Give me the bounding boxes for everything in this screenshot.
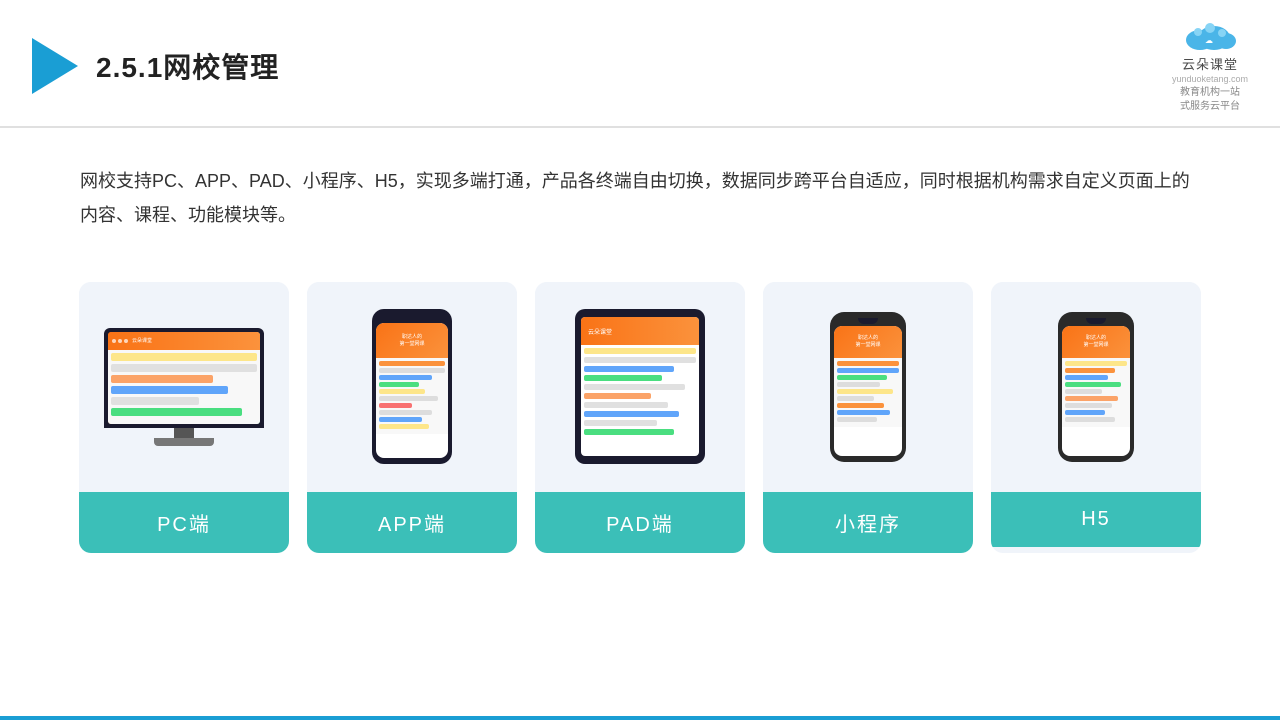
pad-mockup: 云朵课堂 [575, 309, 705, 464]
miniapp-phone-mockup: 职达人的第一堂网课 [830, 312, 906, 462]
brand-name: 云朵课堂 [1182, 54, 1238, 73]
card-pc-label: PC端 [79, 492, 289, 553]
app-phone-mockup: 职达人的第一堂网课 [372, 309, 452, 464]
pc-mockup: 云朵课堂 [104, 328, 264, 446]
h5-phone-body: 职达人的第一堂网课 [1058, 312, 1134, 462]
header: 2.5.1网校管理 ☁ 云朵课堂 yunduoketang.com 教育机构一站… [0, 0, 1280, 128]
card-miniapp-image: 职达人的第一堂网课 [763, 282, 973, 492]
card-h5-image: 职达人的第一堂网课 [991, 282, 1201, 492]
card-h5-label: H5 [991, 492, 1201, 547]
h5-phone-mockup: 职达人的第一堂网课 [1058, 312, 1134, 462]
card-app-image: 职达人的第一堂网课 [307, 282, 517, 492]
card-pc-image: 云朵课堂 [79, 282, 289, 492]
card-pc: 云朵课堂 PC端 [79, 282, 289, 553]
card-pad: 云朵课堂 [535, 282, 745, 553]
card-pad-image: 云朵课堂 [535, 282, 745, 492]
miniapp-phone-body: 职达人的第一堂网课 [830, 312, 906, 462]
description-text: 网校支持PC、APP、PAD、小程序、H5，实现多端打通，产品各终端自由切换，数… [0, 128, 1280, 252]
header-left: 2.5.1网校管理 [32, 38, 279, 94]
header-right: ☁ 云朵课堂 yunduoketang.com 教育机构一站 式服务云平台 [1172, 18, 1248, 114]
app-phone-body: 职达人的第一堂网课 [372, 309, 452, 464]
card-h5: 职达人的第一堂网课 [991, 282, 1201, 553]
card-pad-label: PAD端 [535, 492, 745, 553]
page-title: 2.5.1网校管理 [96, 46, 279, 86]
svg-text:☁: ☁ [1205, 36, 1213, 45]
card-miniapp-label: 小程序 [763, 492, 973, 553]
brand-url: yunduoketang.com [1172, 73, 1248, 86]
cards-container: 云朵课堂 PC端 [0, 262, 1280, 583]
card-app-label: APP端 [307, 492, 517, 553]
bottom-line [0, 716, 1280, 720]
pad-body: 云朵课堂 [575, 309, 705, 464]
cloud-logo-icon: ☁ [1180, 18, 1240, 52]
pc-screen: 云朵课堂 [108, 332, 260, 424]
logo-triangle-icon [32, 38, 78, 94]
card-miniapp: 职达人的第一堂网课 [763, 282, 973, 553]
card-app: 职达人的第一堂网课 [307, 282, 517, 553]
brand-logo: ☁ 云朵课堂 yunduoketang.com 教育机构一站 式服务云平台 [1172, 18, 1248, 114]
brand-tagline: 教育机构一站 式服务云平台 [1180, 86, 1240, 114]
pc-monitor: 云朵课堂 [104, 328, 264, 428]
